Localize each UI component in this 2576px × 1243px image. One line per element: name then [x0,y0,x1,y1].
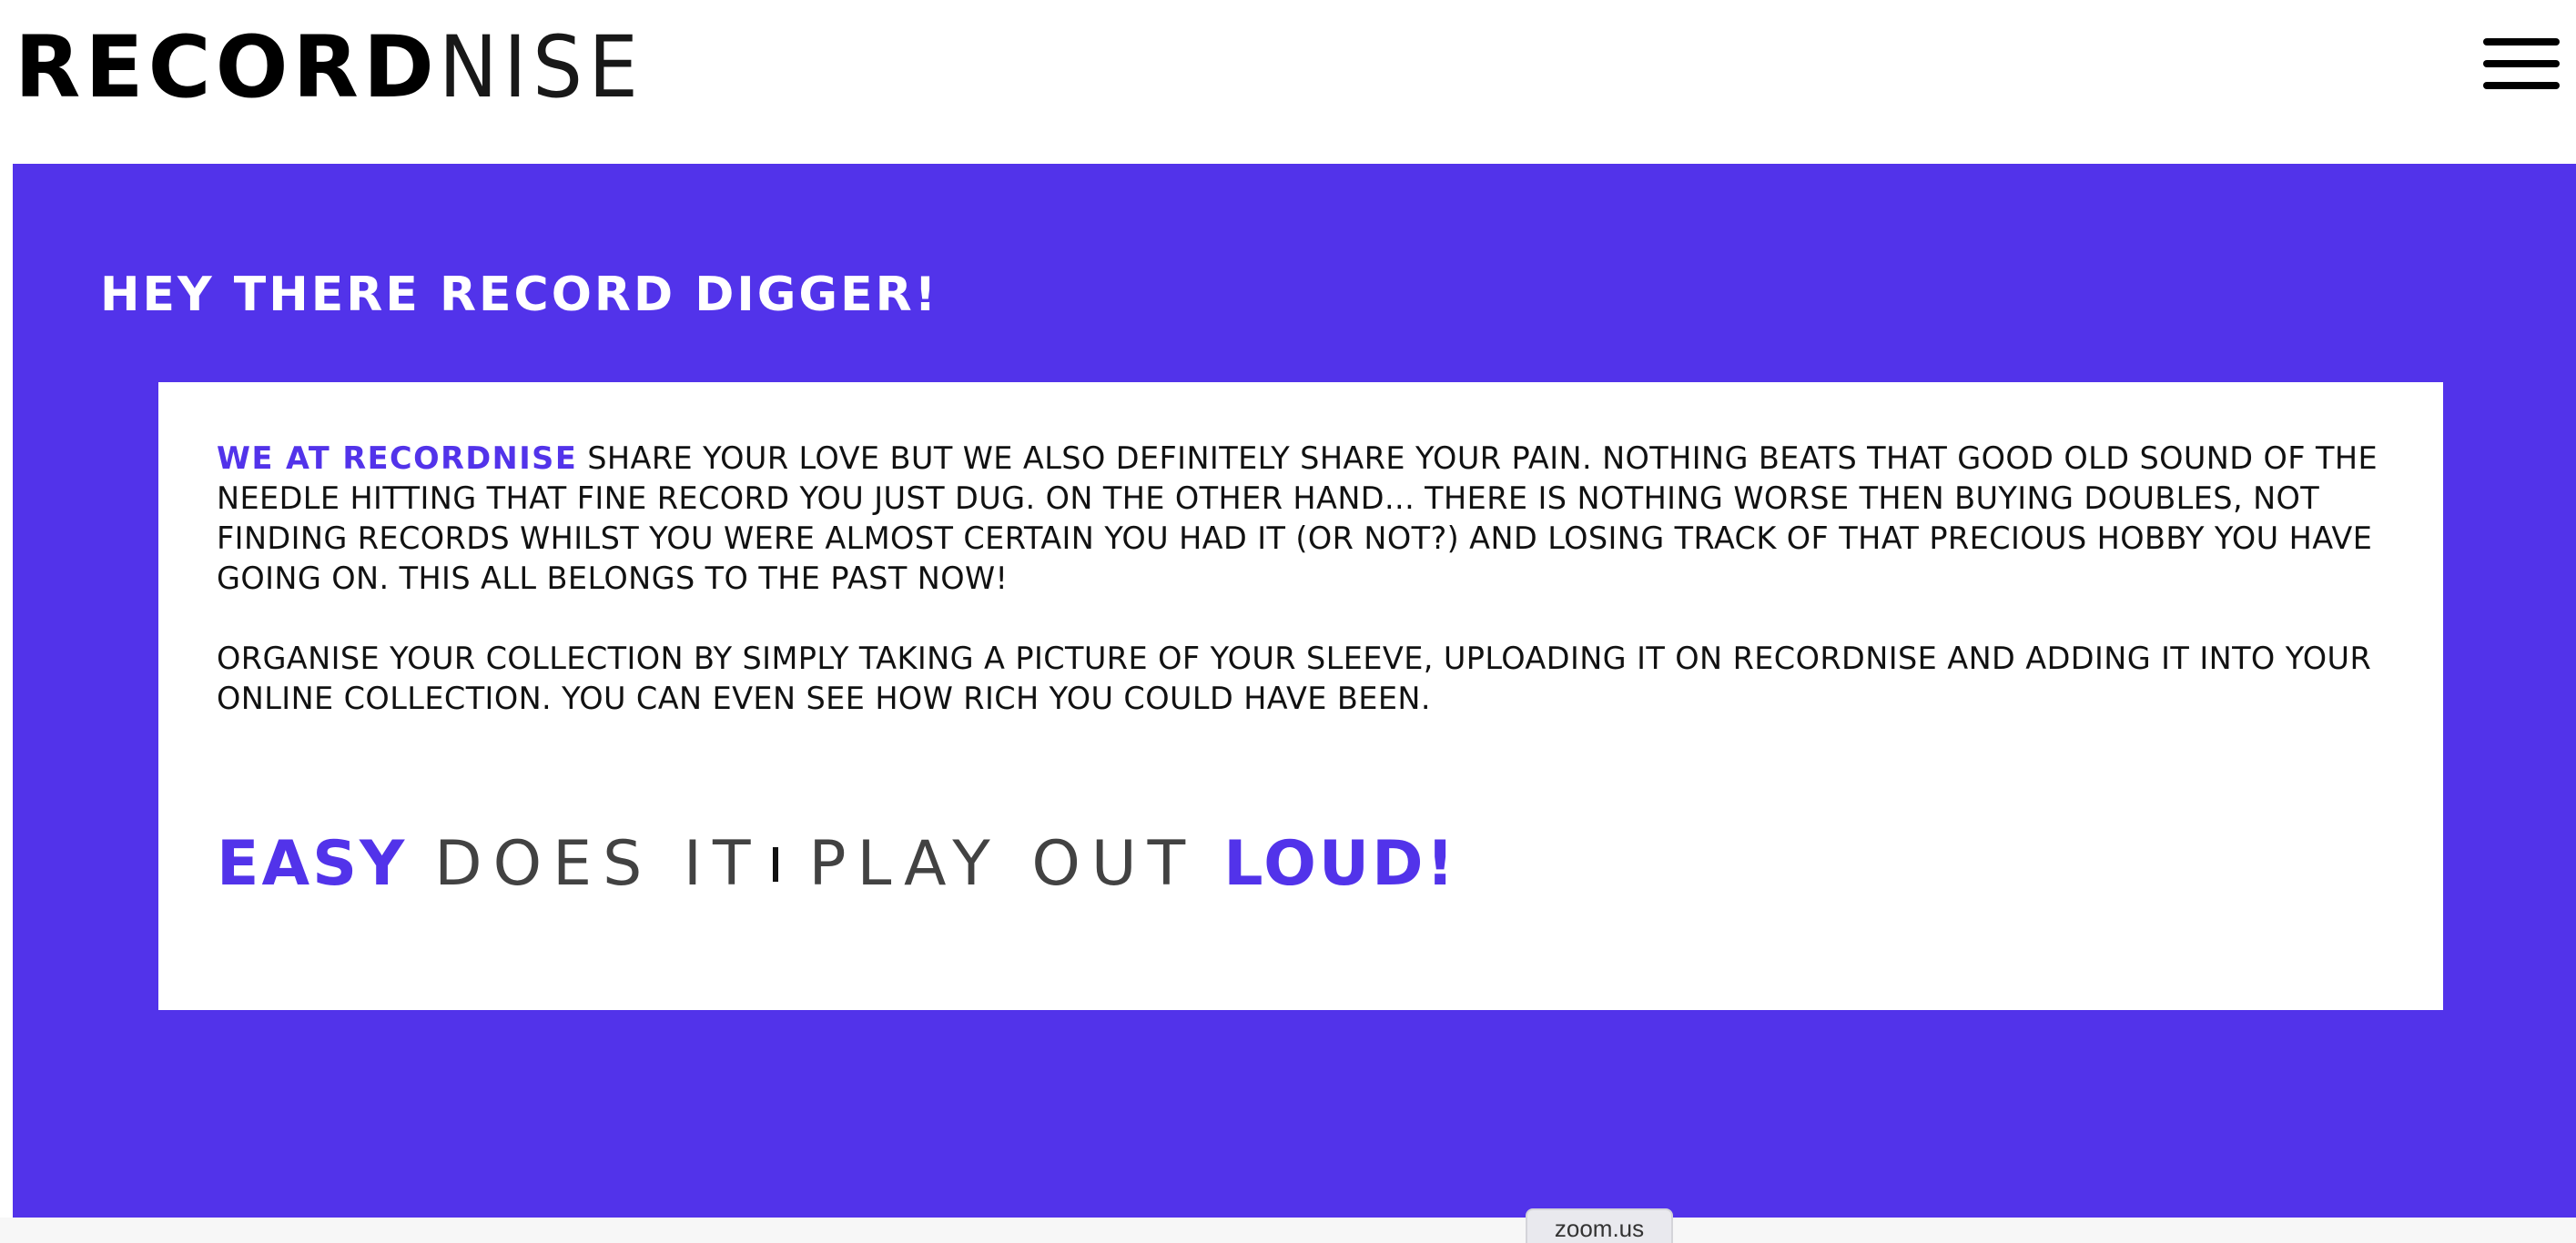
menu-line [2483,82,2560,89]
hero-heading: HEY THERE RECORD DIGGER! [100,268,939,322]
site-logo[interactable]: RECORD NISE [15,25,662,116]
tagline-loud: LOUD! [1223,828,1457,900]
menu-line [2483,38,2560,45]
intro-card: WE AT RECORDNISE SHARE YOUR LOVE BUT WE … [158,382,2443,1010]
bottom-strip [0,1218,2576,1243]
page: RECORD NISE HEY THERE RECORD DIGGER! WE A… [0,0,2576,1243]
tagline-easy: EASY [217,828,408,900]
menu-line [2483,60,2560,67]
tagline-does-it: DOES IT [434,828,762,900]
intro-paragraph-2: ORGANISE YOUR COLLECTION BY SIMPLY TAKIN… [217,641,2372,716]
hero-section: HEY THERE RECORD DIGGER! WE AT RECORDNIS… [13,164,2576,1218]
logo-bold-text: RECORD [15,18,439,117]
logo-light-text: NISE [438,18,644,117]
site-header: RECORD NISE [0,0,2576,164]
brand-lead: WE AT RECORDNISE [217,440,578,476]
tagline-separator [772,847,778,882]
tagline-play-out: PLAY OUT [808,828,1197,900]
intro-text: WE AT RECORDNISE SHARE YOUR LOVE BUT WE … [217,439,2392,759]
zoom-share-tab[interactable]: zoom.us [1526,1208,1673,1243]
hamburger-menu-icon[interactable] [2483,38,2560,89]
intro-paragraph-1: WE AT RECORDNISE SHARE YOUR LOVE BUT WE … [217,439,2392,599]
tagline: EASY DOES IT PLAY OUT LOUD! [217,834,1457,895]
